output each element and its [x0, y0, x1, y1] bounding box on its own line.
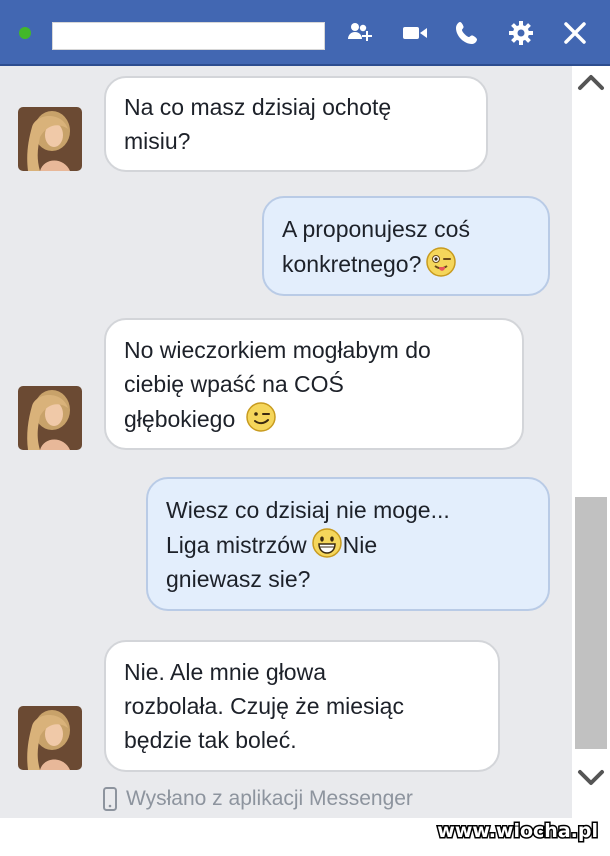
- chat-header: [0, 0, 610, 66]
- watermark: www.wiocha.pl: [436, 819, 600, 844]
- message-text-line: będzie tak boleć.: [124, 727, 297, 753]
- message-text-line: Wiesz co dzisiaj nie moge...: [166, 496, 450, 523]
- message-text-line: ciebię wpaść na COŚ: [124, 370, 344, 397]
- add-people-icon[interactable]: [345, 18, 375, 48]
- grin-emoji: [311, 527, 343, 559]
- messenger-chat-window: Na co masz dzisiaj ochotę misiu? A propo…: [0, 0, 610, 856]
- message-text-line: No wieczorkiem mogłabym do: [124, 336, 431, 363]
- contact-avatar[interactable]: [18, 386, 82, 450]
- video-call-icon[interactable]: [400, 18, 430, 48]
- message-text-line: rozbolała. Czuję że miesiąc: [124, 693, 404, 719]
- outgoing-message-bubble[interactable]: A proponujesz coś konkretnego?: [262, 196, 550, 296]
- gear-icon[interactable]: [506, 18, 536, 48]
- message-text-line: Liga mistrzów: [166, 531, 307, 558]
- message-text-line: gniewasz sie?: [166, 565, 311, 592]
- sent-from-info: Wysłano z aplikacji Messenger: [102, 785, 413, 813]
- wink-emoji: [245, 401, 277, 433]
- sent-from-label: Wysłano z aplikacji Messenger: [126, 787, 413, 810]
- message-text-line: konkretnego?: [282, 250, 422, 277]
- incoming-message-bubble[interactable]: No wieczorkiem mogłabym do ciebię wpaść …: [104, 318, 524, 450]
- mobile-phone-icon: [102, 787, 118, 811]
- message-text-line: Nie: [342, 531, 378, 558]
- tongue-wink-emoji: [425, 246, 457, 278]
- close-icon[interactable]: [560, 18, 590, 48]
- contact-name-redacted[interactable]: [52, 22, 325, 50]
- outgoing-message-bubble[interactable]: Wiesz co dzisiaj nie moge... Liga mistrz…: [146, 477, 550, 611]
- incoming-message-bubble[interactable]: Na co masz dzisiaj ochotę misiu?: [104, 76, 488, 172]
- message-text-line: Nie. Ale mnie głowa: [124, 659, 326, 685]
- scroll-up-icon[interactable]: [574, 70, 608, 94]
- online-status-dot: [19, 27, 31, 39]
- message-text-line: głębokiego: [124, 405, 236, 432]
- message-text-line: misiu?: [124, 128, 191, 154]
- message-text-line: Na co masz dzisiaj ochotę: [124, 94, 392, 120]
- scrollbar-thumb[interactable]: [575, 497, 607, 749]
- scroll-down-icon[interactable]: [574, 766, 608, 790]
- phone-call-icon[interactable]: [452, 18, 482, 48]
- contact-avatar[interactable]: [18, 706, 82, 770]
- incoming-message-bubble[interactable]: Nie. Ale mnie głowa rozbolała. Czuję że …: [104, 640, 500, 772]
- contact-avatar[interactable]: [18, 107, 82, 171]
- message-text-line: A proponujesz coś: [282, 215, 470, 242]
